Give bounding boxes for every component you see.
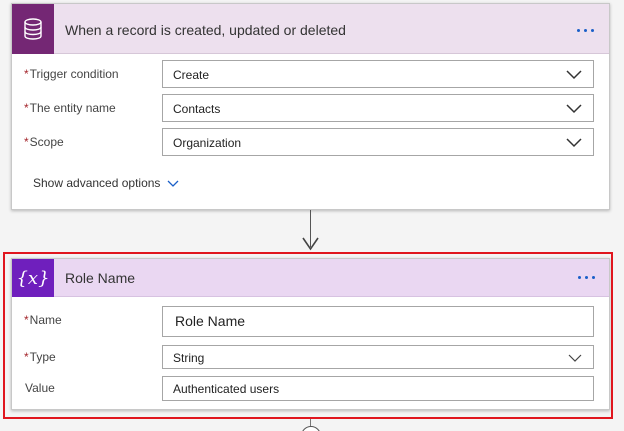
trigger-card: When a record is created, updated or del… <box>11 3 610 210</box>
scope-label: *Scope <box>24 135 64 149</box>
trigger-condition-label: *Trigger condition <box>24 67 119 81</box>
show-advanced-options-link[interactable]: Show advanced options <box>33 176 179 190</box>
chevron-down-icon <box>566 104 582 114</box>
chevron-down-icon <box>167 180 179 187</box>
chevron-down-icon <box>566 70 582 80</box>
more-options-icon[interactable] <box>577 29 594 32</box>
scope-row: *Scope Organization <box>12 128 609 156</box>
arrow-down-icon <box>302 237 319 251</box>
add-step-icon[interactable] <box>301 426 321 431</box>
trigger-card-title: When a record is created, updated or del… <box>65 22 346 38</box>
scope-select[interactable]: Organization <box>162 128 594 156</box>
highlight-box <box>3 252 613 419</box>
entity-name-row: *The entity name Contacts <box>12 94 609 122</box>
trigger-condition-select[interactable]: Create <box>162 60 594 88</box>
entity-name-label: *The entity name <box>24 101 116 115</box>
trigger-condition-row: *Trigger condition Create <box>12 60 609 88</box>
database-icon <box>12 4 54 54</box>
trigger-card-header[interactable]: When a record is created, updated or del… <box>12 4 609 54</box>
entity-name-select[interactable]: Contacts <box>162 94 594 122</box>
chevron-down-icon <box>566 138 582 148</box>
